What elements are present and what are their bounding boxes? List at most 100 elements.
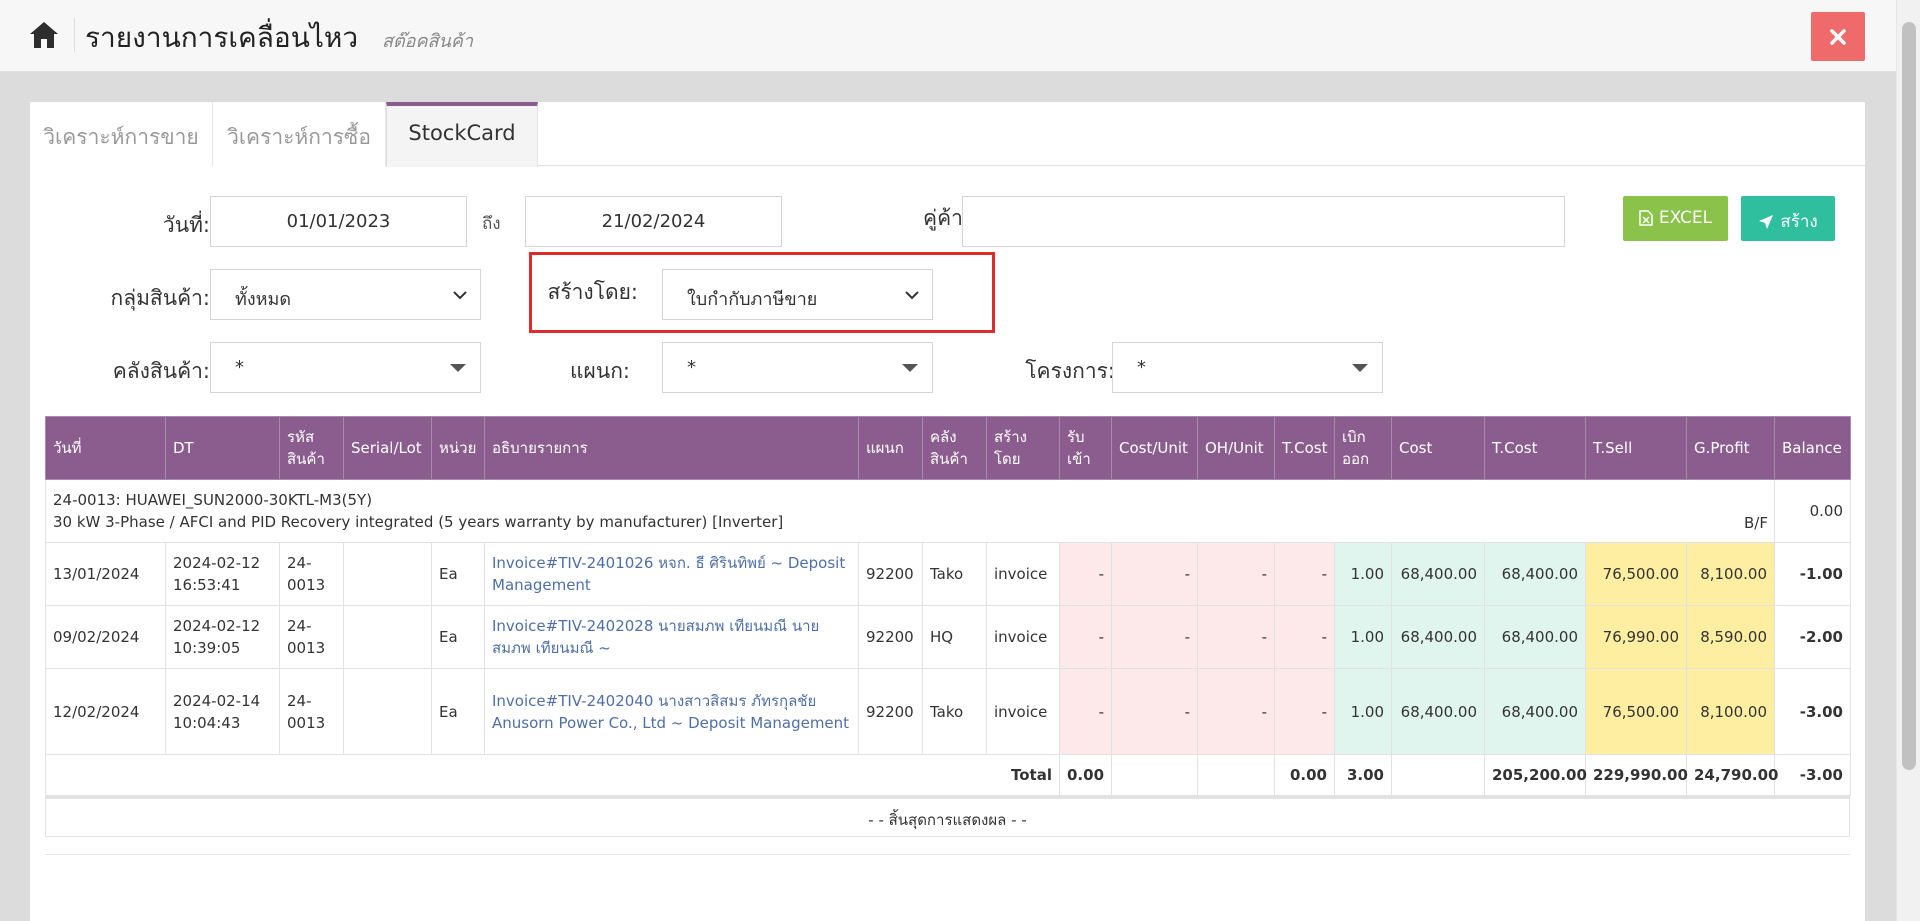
cell-tcost-out: 68,400.00 — [1484, 605, 1586, 669]
total-label: Total — [45, 754, 1060, 796]
total-gprofit: 24,790.00 — [1686, 754, 1778, 796]
col-gprofit[interactable]: G.Profit — [1686, 416, 1775, 480]
cell-serial — [343, 605, 432, 669]
date-from-input[interactable]: 01/01/2023 — [210, 196, 467, 247]
cell-cost-unit: - — [1111, 605, 1198, 669]
page-scrollbar[interactable] — [1896, 0, 1920, 921]
home-icon[interactable] — [28, 20, 60, 50]
cell-tsell: 76,500.00 — [1585, 668, 1687, 755]
col-description[interactable]: อธิบายรายการ — [484, 416, 859, 480]
col-tsell[interactable]: T.Sell — [1585, 416, 1687, 480]
col-cost-unit[interactable]: Cost/Unit — [1111, 416, 1198, 480]
table-row: 12/02/2024 2024-02-14 10:04:43 24-0013 E… — [45, 668, 1851, 755]
cell-cost-unit: - — [1111, 542, 1198, 606]
col-tcost-out[interactable]: T.Cost — [1484, 416, 1586, 480]
col-received[interactable]: รับ เข้า — [1059, 416, 1112, 480]
col-unit[interactable]: หน่วย — [431, 416, 485, 480]
cell-code: 24-0013 — [279, 668, 344, 755]
cell-tcost-in: - — [1274, 605, 1335, 669]
total-issued: 3.00 — [1334, 754, 1392, 796]
tab-purchase-analysis[interactable]: วิเคราะห์การซื้อ — [213, 102, 386, 166]
col-tcost-in[interactable]: T.Cost — [1274, 416, 1335, 480]
col-issued[interactable]: เบิก ออก — [1334, 416, 1392, 480]
cell-tcost-in: - — [1274, 668, 1335, 755]
cell-dept: 92200 — [858, 668, 923, 755]
to-label: ถึง — [482, 214, 501, 234]
product-group-label: กลุ่มสินค้า: — [110, 286, 210, 310]
col-serial-lot[interactable]: Serial/Lot — [343, 416, 432, 480]
warehouse-select[interactable]: * — [210, 342, 481, 393]
created-by-select[interactable]: ใบกำกับภาษีขาย — [662, 269, 933, 320]
invoice-link[interactable]: Invoice#TIV-2401026 หจก. ธี ศิรินทิพย์ ~… — [484, 542, 859, 606]
excel-button-label: EXCEL — [1658, 208, 1713, 228]
cell-gprofit: 8,100.00 — [1686, 542, 1775, 606]
col-created-by[interactable]: สร้าง โดย — [986, 416, 1060, 480]
total-tsell: 229,990.00 — [1585, 754, 1688, 796]
department-select[interactable]: * — [662, 342, 933, 393]
col-department[interactable]: แผนก — [858, 416, 923, 480]
col-cost[interactable]: Cost — [1391, 416, 1485, 480]
date-to-input[interactable]: 21/02/2024 — [525, 196, 782, 247]
close-button[interactable] — [1811, 12, 1865, 61]
page-subtitle: สต๊อคสินค้า — [382, 31, 473, 52]
cell-oh-unit: - — [1197, 542, 1275, 606]
cell-date: 09/02/2024 — [45, 605, 166, 669]
cell-cost-unit: - — [1111, 668, 1198, 755]
invoice-link[interactable]: Invoice#TIV-2402040 นางสาวสิสมร ภัทรกุลช… — [484, 668, 859, 755]
table-row: 13/01/2024 2024-02-12 16:53:41 24-0013 E… — [45, 542, 1851, 606]
total-tcost-in: 0.00 — [1274, 754, 1335, 796]
cell-issued: 1.00 — [1334, 668, 1392, 755]
cell-dt: 2024-02-12 16:53:41 — [165, 542, 280, 606]
cell-created-by: invoice — [986, 605, 1060, 669]
cell-dept: 92200 — [858, 542, 923, 606]
cell-tcost-out: 68,400.00 — [1484, 542, 1586, 606]
col-dt[interactable]: DT — [165, 416, 280, 480]
cell-balance: -1.00 — [1774, 542, 1851, 606]
cell-tsell: 76,500.00 — [1585, 542, 1687, 606]
col-oh-unit[interactable]: OH/Unit — [1197, 416, 1275, 480]
product-group-select[interactable]: ทั้งหมด — [210, 269, 481, 320]
project-select[interactable]: * — [1112, 342, 1383, 393]
col-product-code[interactable]: รหัส สินค้า — [279, 416, 344, 480]
cell-received: - — [1059, 605, 1112, 669]
cell-tcost-out: 68,400.00 — [1484, 668, 1586, 755]
warehouse-label: คลังสินค้า: — [112, 359, 210, 383]
created-by-value: ใบกำกับภาษีขาย — [687, 289, 818, 310]
total-oh-unit — [1197, 754, 1275, 796]
total-cost — [1391, 754, 1485, 796]
group-product-description: 30 kW 3-Phase / AFCI and PID Recovery in… — [53, 513, 784, 531]
project-label: โครงการ: — [1025, 359, 1115, 383]
cell-unit: Ea — [431, 542, 485, 606]
scrollbar-thumb[interactable] — [1902, 22, 1916, 770]
total-row: Total 0.00 0.00 3.00 205,200.00 229,990.… — [45, 754, 1851, 796]
partner-input[interactable] — [962, 196, 1565, 247]
cell-date: 12/02/2024 — [45, 668, 166, 755]
group-cell: 24-0013: HUAWEI_SUN2000-30KTL-M3(5Y) 30 … — [45, 479, 1775, 543]
tab-bar: วิเคราะห์การขาย วิเคราะห์การซื้อ StockCa… — [30, 102, 1865, 167]
department-value: * — [687, 357, 696, 378]
cell-issued: 1.00 — [1334, 605, 1392, 669]
invoice-link[interactable]: Invoice#TIV-2402028 นายสมภพ เทียนมณี นาย… — [484, 605, 859, 669]
total-balance: -3.00 — [1774, 754, 1851, 796]
col-date[interactable]: วันที่ — [45, 416, 166, 480]
cell-created-by: invoice — [986, 668, 1060, 755]
bf-value: 0.00 — [1774, 479, 1851, 543]
partner-label: คู่ค้า: — [923, 206, 970, 230]
tab-stockcard[interactable]: StockCard — [386, 102, 538, 167]
cell-serial — [343, 668, 432, 755]
col-balance[interactable]: Balance — [1774, 416, 1851, 480]
file-excel-icon — [1639, 210, 1653, 226]
cell-cost: 68,400.00 — [1391, 668, 1485, 755]
caret-down-icon — [450, 364, 466, 372]
group-product-title: 24-0013: HUAWEI_SUN2000-30KTL-M3(5Y) — [53, 491, 373, 509]
cell-balance: -2.00 — [1774, 605, 1851, 669]
tab-sales-analysis[interactable]: วิเคราะห์การขาย — [30, 102, 213, 166]
create-button[interactable]: สร้าง — [1741, 196, 1835, 241]
cell-received: - — [1059, 668, 1112, 755]
department-label: แผนก: — [570, 359, 630, 383]
bf-label: B/F — [1744, 514, 1768, 532]
excel-button[interactable]: EXCEL — [1623, 196, 1728, 241]
cell-gprofit: 8,100.00 — [1686, 668, 1775, 755]
cell-dt: 2024-02-14 10:04:43 — [165, 668, 280, 755]
col-warehouse[interactable]: คลัง สินค้า — [922, 416, 987, 480]
